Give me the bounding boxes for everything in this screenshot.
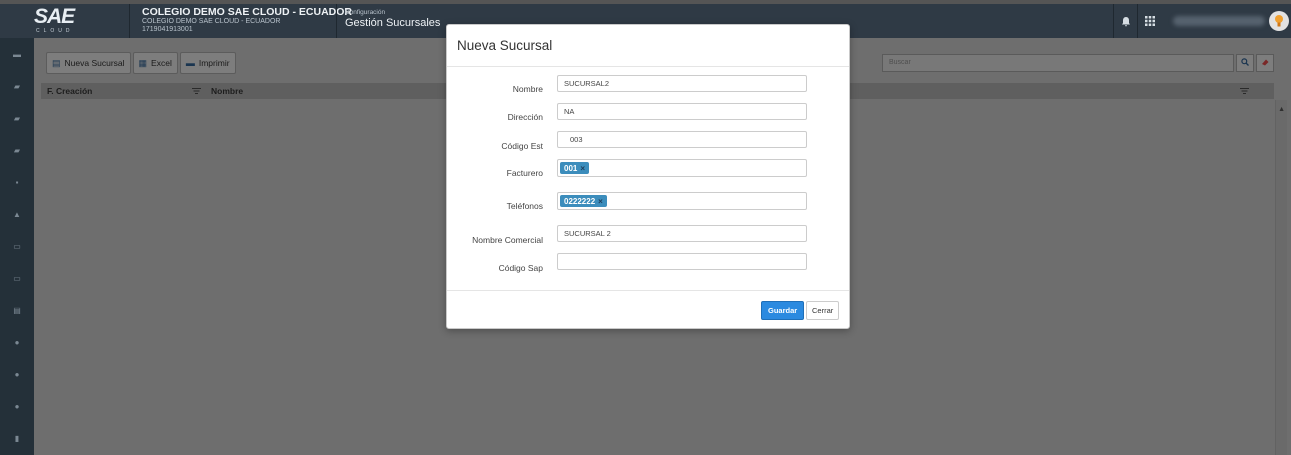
folder-icon: ▭: [13, 241, 21, 251]
user-name-blurred[interactable]: [1173, 16, 1265, 26]
codigo-est-input[interactable]: [557, 131, 807, 148]
new-branch-label: Nueva Sucursal: [64, 58, 125, 68]
modal-header: Nueva Sucursal: [447, 25, 849, 67]
tag-label: 001: [564, 163, 578, 173]
sidebar: ▬ ▰ ▰ ▰ ▪ ▲ ▭ ▭ ▤ ● ● ● ▮: [0, 38, 34, 455]
sidebar-item-users[interactable]: ●: [0, 390, 34, 422]
modal-title: Nueva Sucursal: [457, 38, 553, 53]
tag-chip: 001 ×: [560, 162, 590, 174]
form-row-nombre: Nombre: [447, 75, 851, 94]
remove-tag-icon[interactable]: ×: [580, 164, 585, 173]
tag-chip: 0222222 ×: [560, 195, 607, 207]
avatar[interactable]: [1269, 11, 1289, 31]
sidebar-item-education[interactable]: ▰: [0, 70, 34, 102]
clear-filter-button[interactable]: [1256, 54, 1274, 72]
id-card-icon: ▤: [13, 305, 21, 315]
page-title: Gestión Sucursales: [345, 17, 441, 29]
search-button[interactable]: [1236, 54, 1254, 72]
book-icon: ▮: [14, 433, 20, 443]
save-button[interactable]: Guardar: [761, 301, 805, 320]
school-name: COLEGIO DEMO SAE CLOUD - ECUADOR: [142, 6, 353, 18]
excel-button[interactable]: ▦ Excel: [132, 52, 178, 74]
toolbar: ▤ Nueva Sucursal ▦ Excel ▬ Imprimir: [46, 52, 236, 74]
school-info: COLEGIO DEMO SAE CLOUD - ECUADOR COLEGIO…: [142, 7, 352, 34]
field-label: Teléfonos: [506, 201, 543, 211]
form-row-telefonos: Teléfonos 0222222 ×: [447, 192, 851, 211]
field-label: Nombre Comercial: [472, 235, 543, 245]
breadcrumb: Configuración Gestión Sucursales: [345, 9, 440, 30]
direccion-input[interactable]: [557, 103, 807, 120]
field-label: Facturero: [506, 168, 543, 178]
school-ruc: 1719041913001: [142, 26, 193, 33]
users-icon: ●: [14, 369, 20, 379]
telefonos-tag-input[interactable]: 0222222 ×: [557, 192, 807, 210]
sae-cloud-logo[interactable]: SAE CLOUD: [34, 6, 86, 36]
scrollbar[interactable]: [1275, 100, 1287, 455]
form-row-codigo-sap: Código Sap: [447, 253, 851, 273]
users-icon: ●: [14, 337, 20, 347]
search-input[interactable]: Buscar: [882, 54, 1234, 72]
graduation-cap-icon: ▬: [13, 49, 21, 59]
top-right-tools: [1113, 4, 1291, 38]
sidebar-item-education[interactable]: ▬: [0, 38, 34, 70]
field-label: Código Est: [501, 141, 543, 151]
logo-subtext: CLOUD: [36, 28, 74, 34]
column-header-created[interactable]: F. Creación: [41, 86, 181, 96]
field-label: Dirección: [507, 112, 543, 122]
new-branch-modal: Nueva Sucursal Nombre Dirección Código E…: [446, 24, 850, 329]
close-button[interactable]: Cerrar: [806, 301, 840, 320]
excel-label: Excel: [151, 58, 172, 68]
form-row-direccion: Dirección: [447, 103, 851, 122]
bell-icon[interactable]: [1113, 4, 1137, 38]
logo-text: SAE: [34, 5, 75, 28]
filter-icon[interactable]: [1214, 86, 1274, 96]
school-subtitle: COLEGIO DEMO SAE CLOUD - ECUADOR: [142, 18, 281, 25]
sidebar-item-folder[interactable]: ▭: [0, 262, 34, 294]
sidebar-item-book[interactable]: ▮: [0, 422, 34, 454]
document-icon: ▤: [52, 57, 61, 68]
eraser-icon: [1261, 58, 1269, 68]
tag-label: 0222222: [564, 196, 596, 206]
search-icon: [1241, 58, 1249, 68]
facturero-tag-input[interactable]: 001 ×: [557, 159, 807, 177]
codigo-sap-input[interactable]: [557, 253, 807, 270]
print-label: Imprimir: [198, 58, 230, 68]
print-button[interactable]: ▬ Imprimir: [179, 52, 236, 74]
form-row-facturero: Facturero 001 ×: [447, 159, 851, 178]
graduation-cap-icon: ▰: [13, 113, 21, 123]
excel-icon: ▦: [138, 57, 148, 68]
printer-icon: ▬: [185, 58, 195, 68]
folder-icon: ▭: [13, 273, 21, 283]
divider: [336, 4, 337, 38]
graduation-cap-icon: ▰: [13, 145, 21, 155]
sidebar-item-users[interactable]: ●: [0, 358, 34, 390]
users-icon: ●: [14, 401, 20, 411]
divider: [129, 4, 130, 38]
new-branch-button[interactable]: ▤ Nueva Sucursal: [46, 52, 131, 74]
sidebar-item-education[interactable]: ▰: [0, 102, 34, 134]
remove-tag-icon[interactable]: ×: [598, 197, 603, 206]
sidebar-item-education[interactable]: ▰: [0, 134, 34, 166]
nombre-input[interactable]: [557, 75, 807, 92]
sidebar-item-card[interactable]: ▤: [0, 294, 34, 326]
graduation-cap-icon: ▰: [13, 81, 21, 91]
modal-footer: Guardar Cerrar: [447, 291, 849, 329]
vehicle-icon: ▪: [15, 177, 19, 187]
sidebar-item-users[interactable]: ●: [0, 326, 34, 358]
field-label: Código Sap: [498, 263, 543, 273]
scroll-up-icon[interactable]: ▲: [1278, 106, 1285, 113]
bank-icon: ▲: [13, 209, 21, 219]
sidebar-item-folder[interactable]: ▭: [0, 230, 34, 262]
field-label: Nombre: [512, 84, 543, 94]
form-row-codigo-est: Código Est: [447, 131, 851, 151]
form-row-nombre-comercial: Nombre Comercial: [447, 225, 851, 245]
sidebar-item-institution[interactable]: ▲: [0, 198, 34, 230]
filter-icon[interactable]: [181, 86, 211, 96]
apps-grid-icon[interactable]: [1137, 4, 1161, 38]
sidebar-item-vehicle[interactable]: ▪: [0, 166, 34, 198]
breadcrumb-parent: Configuración: [345, 9, 386, 16]
nombre-comercial-input[interactable]: [557, 225, 807, 242]
modal-body: Nombre Dirección Código Est Facturero 00…: [447, 67, 849, 291]
